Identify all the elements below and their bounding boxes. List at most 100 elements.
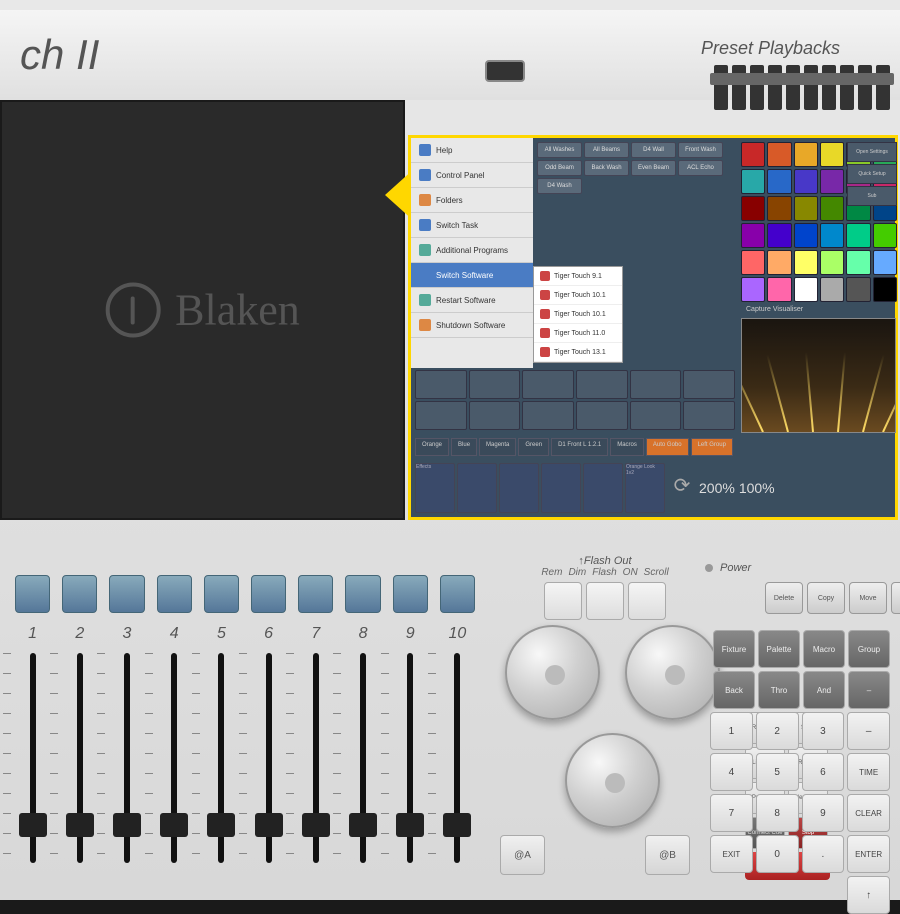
preset-fader[interactable] <box>876 65 890 110</box>
keypad-key[interactable]: 6 <box>802 753 845 791</box>
group-button[interactable]: Odd Beam <box>537 160 582 176</box>
colour-swatch[interactable] <box>741 223 765 248</box>
menu-item[interactable]: Switch Software <box>411 263 533 288</box>
wheel-b-button[interactable]: @B <box>645 835 690 875</box>
colour-swatch[interactable] <box>794 196 818 221</box>
fader[interactable] <box>298 653 333 863</box>
keypad-key[interactable]: 1 <box>710 712 753 750</box>
colour-swatch[interactable] <box>767 196 791 221</box>
colour-swatch[interactable] <box>741 142 765 167</box>
playback-button[interactable] <box>15 575 50 613</box>
keypad-key[interactable]: CLEAR <box>847 794 890 832</box>
fader[interactable] <box>15 653 50 863</box>
refresh-icon[interactable]: ⟳ <box>667 473 697 503</box>
colour-swatch[interactable] <box>767 277 791 302</box>
preset-fader[interactable] <box>840 65 854 110</box>
side-button[interactable]: Sub <box>847 186 897 206</box>
colour-swatch[interactable] <box>820 142 844 167</box>
fader[interactable] <box>62 653 97 863</box>
keypad-key[interactable]: 3 <box>802 712 845 750</box>
macro-key[interactable]: Macro <box>803 630 845 668</box>
capture-visualizer[interactable] <box>741 318 896 433</box>
playback-button[interactable] <box>251 575 286 613</box>
colour-swatch[interactable] <box>741 277 765 302</box>
fixture-cell[interactable] <box>576 370 628 399</box>
key[interactable]: Back <box>713 671 755 709</box>
playback-button[interactable] <box>157 575 192 613</box>
keypad-key[interactable]: – <box>847 712 890 750</box>
tab[interactable]: Blue <box>451 438 477 456</box>
playback-button[interactable] <box>62 575 97 613</box>
colour-swatch[interactable] <box>767 250 791 275</box>
keypad-key[interactable]: 8 <box>756 794 799 832</box>
playback-button[interactable] <box>109 575 144 613</box>
colour-swatch[interactable] <box>741 169 765 194</box>
keypad-key[interactable]: EXIT <box>710 835 753 873</box>
playback-button[interactable] <box>393 575 428 613</box>
keypad-key[interactable]: ENTER <box>847 835 890 873</box>
colour-swatch[interactable] <box>741 196 765 221</box>
fixture-cell[interactable] <box>522 370 574 399</box>
colour-swatch[interactable] <box>873 223 897 248</box>
fixture-cell[interactable] <box>415 401 467 430</box>
colour-swatch[interactable] <box>767 223 791 248</box>
colour-swatch[interactable] <box>794 142 818 167</box>
group-button[interactable]: All Beams <box>584 142 629 158</box>
keypad-key[interactable]: . <box>802 835 845 873</box>
keypad-key[interactable]: 4 <box>710 753 753 791</box>
tab[interactable]: Auto Gobo <box>646 438 689 456</box>
wheel-a-button[interactable]: @A <box>500 835 545 875</box>
key[interactable]: And <box>803 671 845 709</box>
menu-item[interactable]: Additional Programs <box>411 238 533 263</box>
submenu-item[interactable]: Tiger Touch 10.1 <box>534 286 622 305</box>
keypad-key[interactable]: TIME <box>847 753 890 791</box>
tab[interactable]: Green <box>518 438 549 456</box>
colour-swatch[interactable] <box>820 250 844 275</box>
keypad-key[interactable]: 9 <box>802 794 845 832</box>
group-button[interactable]: Even Beam <box>631 160 676 176</box>
colour-swatch[interactable] <box>820 196 844 221</box>
preset-fader[interactable] <box>714 65 728 110</box>
colour-swatch[interactable] <box>820 223 844 248</box>
keypad-key[interactable]: ↑ <box>847 876 890 914</box>
colour-swatch[interactable] <box>873 250 897 275</box>
fader[interactable] <box>109 653 144 863</box>
touchscreen[interactable]: Blaken <box>0 100 405 520</box>
delete-button[interactable]: Delete <box>765 582 803 614</box>
playback-cell[interactable] <box>499 463 539 513</box>
fixture-cell[interactable] <box>683 370 735 399</box>
submenu-item[interactable]: Tiger Touch 13.1 <box>534 343 622 362</box>
side-button[interactable]: Open Settings <box>847 142 897 162</box>
move-button[interactable]: Move <box>849 582 887 614</box>
group-button[interactable]: D4 Wall <box>631 142 676 158</box>
playback-button[interactable] <box>345 575 380 613</box>
colour-swatch[interactable] <box>794 250 818 275</box>
submenu-item[interactable]: Tiger Touch 9.1 <box>534 267 622 286</box>
submenu-item[interactable]: Tiger Touch 10.1 <box>534 305 622 324</box>
playback-button[interactable] <box>204 575 239 613</box>
colour-swatch[interactable] <box>846 223 870 248</box>
fixture-cell[interactable] <box>415 370 467 399</box>
menu-item[interactable]: Restart Software <box>411 288 533 313</box>
colour-swatch[interactable] <box>741 250 765 275</box>
fixture-key[interactable]: Fixture <box>713 630 755 668</box>
group-button[interactable]: Front Wash <box>678 142 723 158</box>
keypad-key[interactable]: 5 <box>756 753 799 791</box>
colour-swatch[interactable] <box>820 277 844 302</box>
keypad-key[interactable]: 0 <box>756 835 799 873</box>
keypad-key[interactable]: 7 <box>710 794 753 832</box>
key[interactable]: – <box>848 671 890 709</box>
fader[interactable] <box>440 653 475 863</box>
fixture-cell[interactable] <box>469 370 521 399</box>
colour-swatch[interactable] <box>794 277 818 302</box>
preset-fader[interactable] <box>804 65 818 110</box>
fader[interactable] <box>204 653 239 863</box>
preset-fader[interactable] <box>822 65 836 110</box>
menu-item[interactable]: Help <box>411 138 533 163</box>
fixture-cell[interactable] <box>630 401 682 430</box>
tab[interactable]: Orange <box>415 438 449 456</box>
preset-fader[interactable] <box>786 65 800 110</box>
playback-cell[interactable] <box>457 463 497 513</box>
menu-item[interactable]: Folders <box>411 188 533 213</box>
fixture-cell[interactable] <box>469 401 521 430</box>
